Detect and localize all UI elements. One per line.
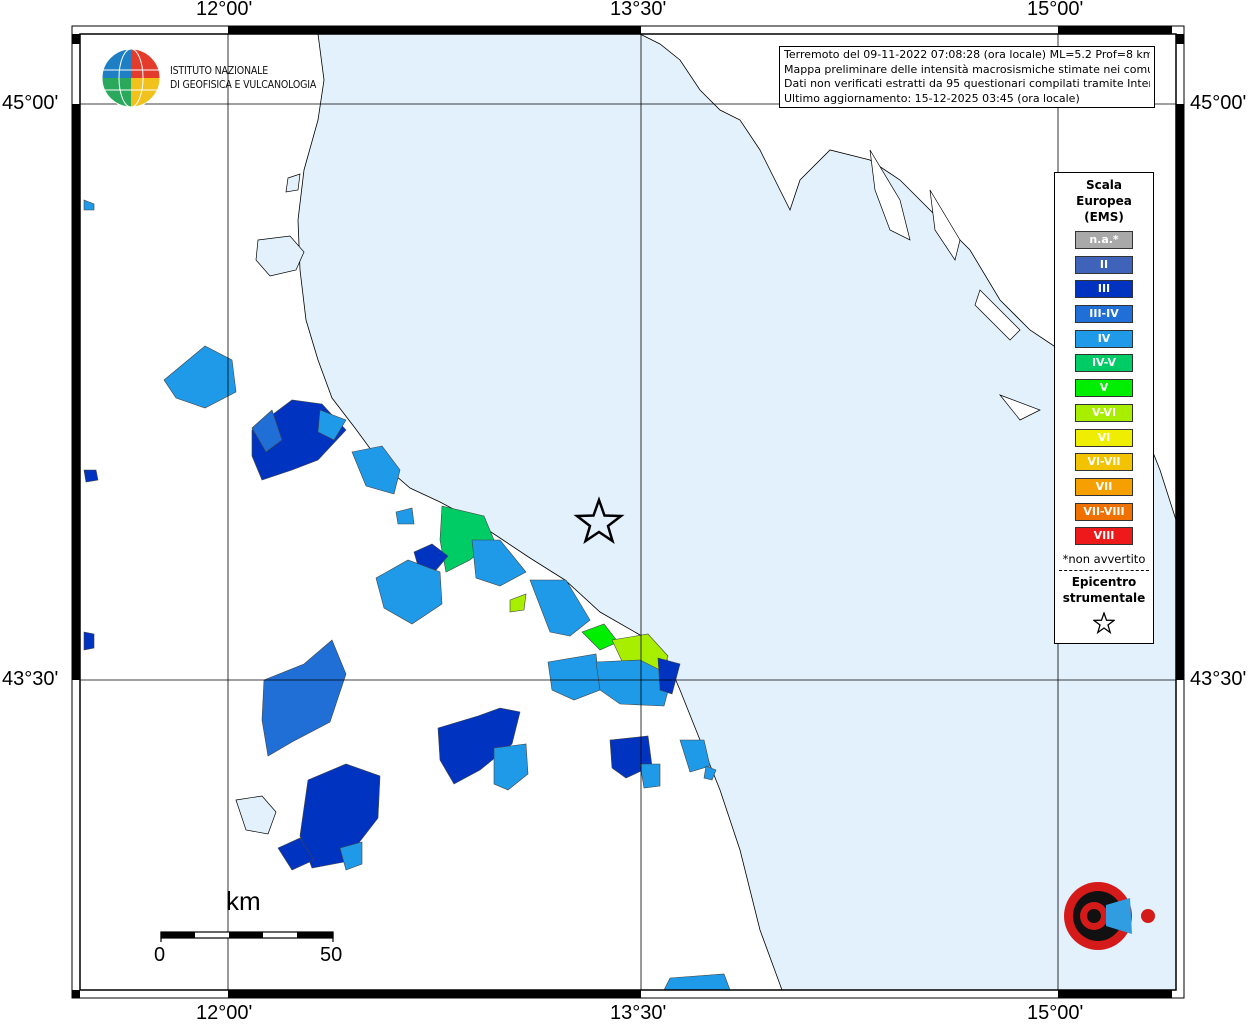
legend-item: V — [1075, 379, 1133, 398]
info-line-2: Mappa preliminare delle intensità macros… — [784, 62, 1150, 76]
lon-label-top-2: 13°30' — [610, 0, 667, 20]
legend-item: V-VI — [1075, 403, 1133, 422]
legend-title-line-1: Scala — [1085, 178, 1123, 192]
legend-item: III-IV — [1075, 305, 1133, 324]
scale-end: 50 — [320, 944, 343, 966]
scale-start: 0 — [154, 944, 166, 966]
legend-item: VI — [1075, 428, 1133, 447]
ingv-logo-text: ISTITUTO NAZIONALE DI GEOFISICA E VULCAN… — [170, 64, 316, 92]
info-line-3: Dati non verificati estratti da 95 quest… — [784, 77, 1150, 90]
scale-unit: km — [226, 886, 261, 916]
legend-item: II — [1075, 255, 1133, 274]
ingv-line-2: DI GEOFISICA E VULCANOLOGIA — [170, 79, 317, 91]
lat-label-right-1: 45°00' — [1190, 92, 1247, 114]
legend-item: VIII — [1075, 527, 1133, 546]
legend-item: n.a.* — [1075, 231, 1133, 249]
info-line-4: Ultimo aggiornamento: 15-12-2025 03:45 (… — [784, 91, 1080, 105]
ingv-line-1: ISTITUTO NAZIONALE — [170, 65, 269, 77]
legend-epicenter-title: Epicentro strumentale — [1055, 574, 1153, 606]
lat-label-left-2: 43°30' — [2, 668, 59, 690]
lon-label-bottom-1: 12°00' — [196, 1002, 253, 1024]
legend-epicenter-line-1: Epicentro — [1071, 574, 1137, 589]
legend-title: Scala Europea (EMS) — [1055, 177, 1153, 225]
legend-item: IV — [1075, 329, 1133, 348]
legend-item: III — [1075, 280, 1133, 299]
info-line-1: Terremoto del 09-11-2022 07:08:28 (ora l… — [784, 48, 1150, 61]
lat-label-right-2: 43°30' — [1190, 668, 1247, 690]
event-info-box: Terremoto del 09-11-2022 07:08:28 (ora l… — [779, 46, 1155, 108]
legend-item: VI-VII — [1075, 453, 1133, 472]
lat-label-left-1: 45°00' — [2, 92, 59, 114]
lon-label-bottom-3: 15°00' — [1027, 1002, 1084, 1024]
legend-title-line-2: Europea — [1076, 194, 1132, 208]
legend-item: VII — [1075, 477, 1133, 496]
ingv-globe-logo — [101, 48, 161, 108]
legend-note: *non avvertito — [1062, 551, 1146, 566]
legend-item: IV-V — [1075, 354, 1133, 373]
lon-label-bottom-2: 13°30' — [610, 1002, 667, 1024]
legend-title-line-3: (EMS) — [1084, 210, 1124, 224]
legend-epicenter-line-2: strumentale — [1062, 590, 1146, 605]
legend-item: VII-VIII — [1075, 502, 1133, 521]
legend-items: n.a.* II III III-IV IV IV-V V V-VI VI VI-VII VII VI… — [1055, 231, 1153, 546]
legend-star-icon — [1093, 611, 1115, 634]
lon-label-top-1: 12°00' — [196, 0, 253, 20]
lon-label-top-3: 15°00' — [1027, 0, 1084, 20]
ems-legend: Scala Europea (EMS) n.a.* II III III-IV IV IV… — [1054, 172, 1154, 644]
legend-separator — [1059, 569, 1149, 571]
